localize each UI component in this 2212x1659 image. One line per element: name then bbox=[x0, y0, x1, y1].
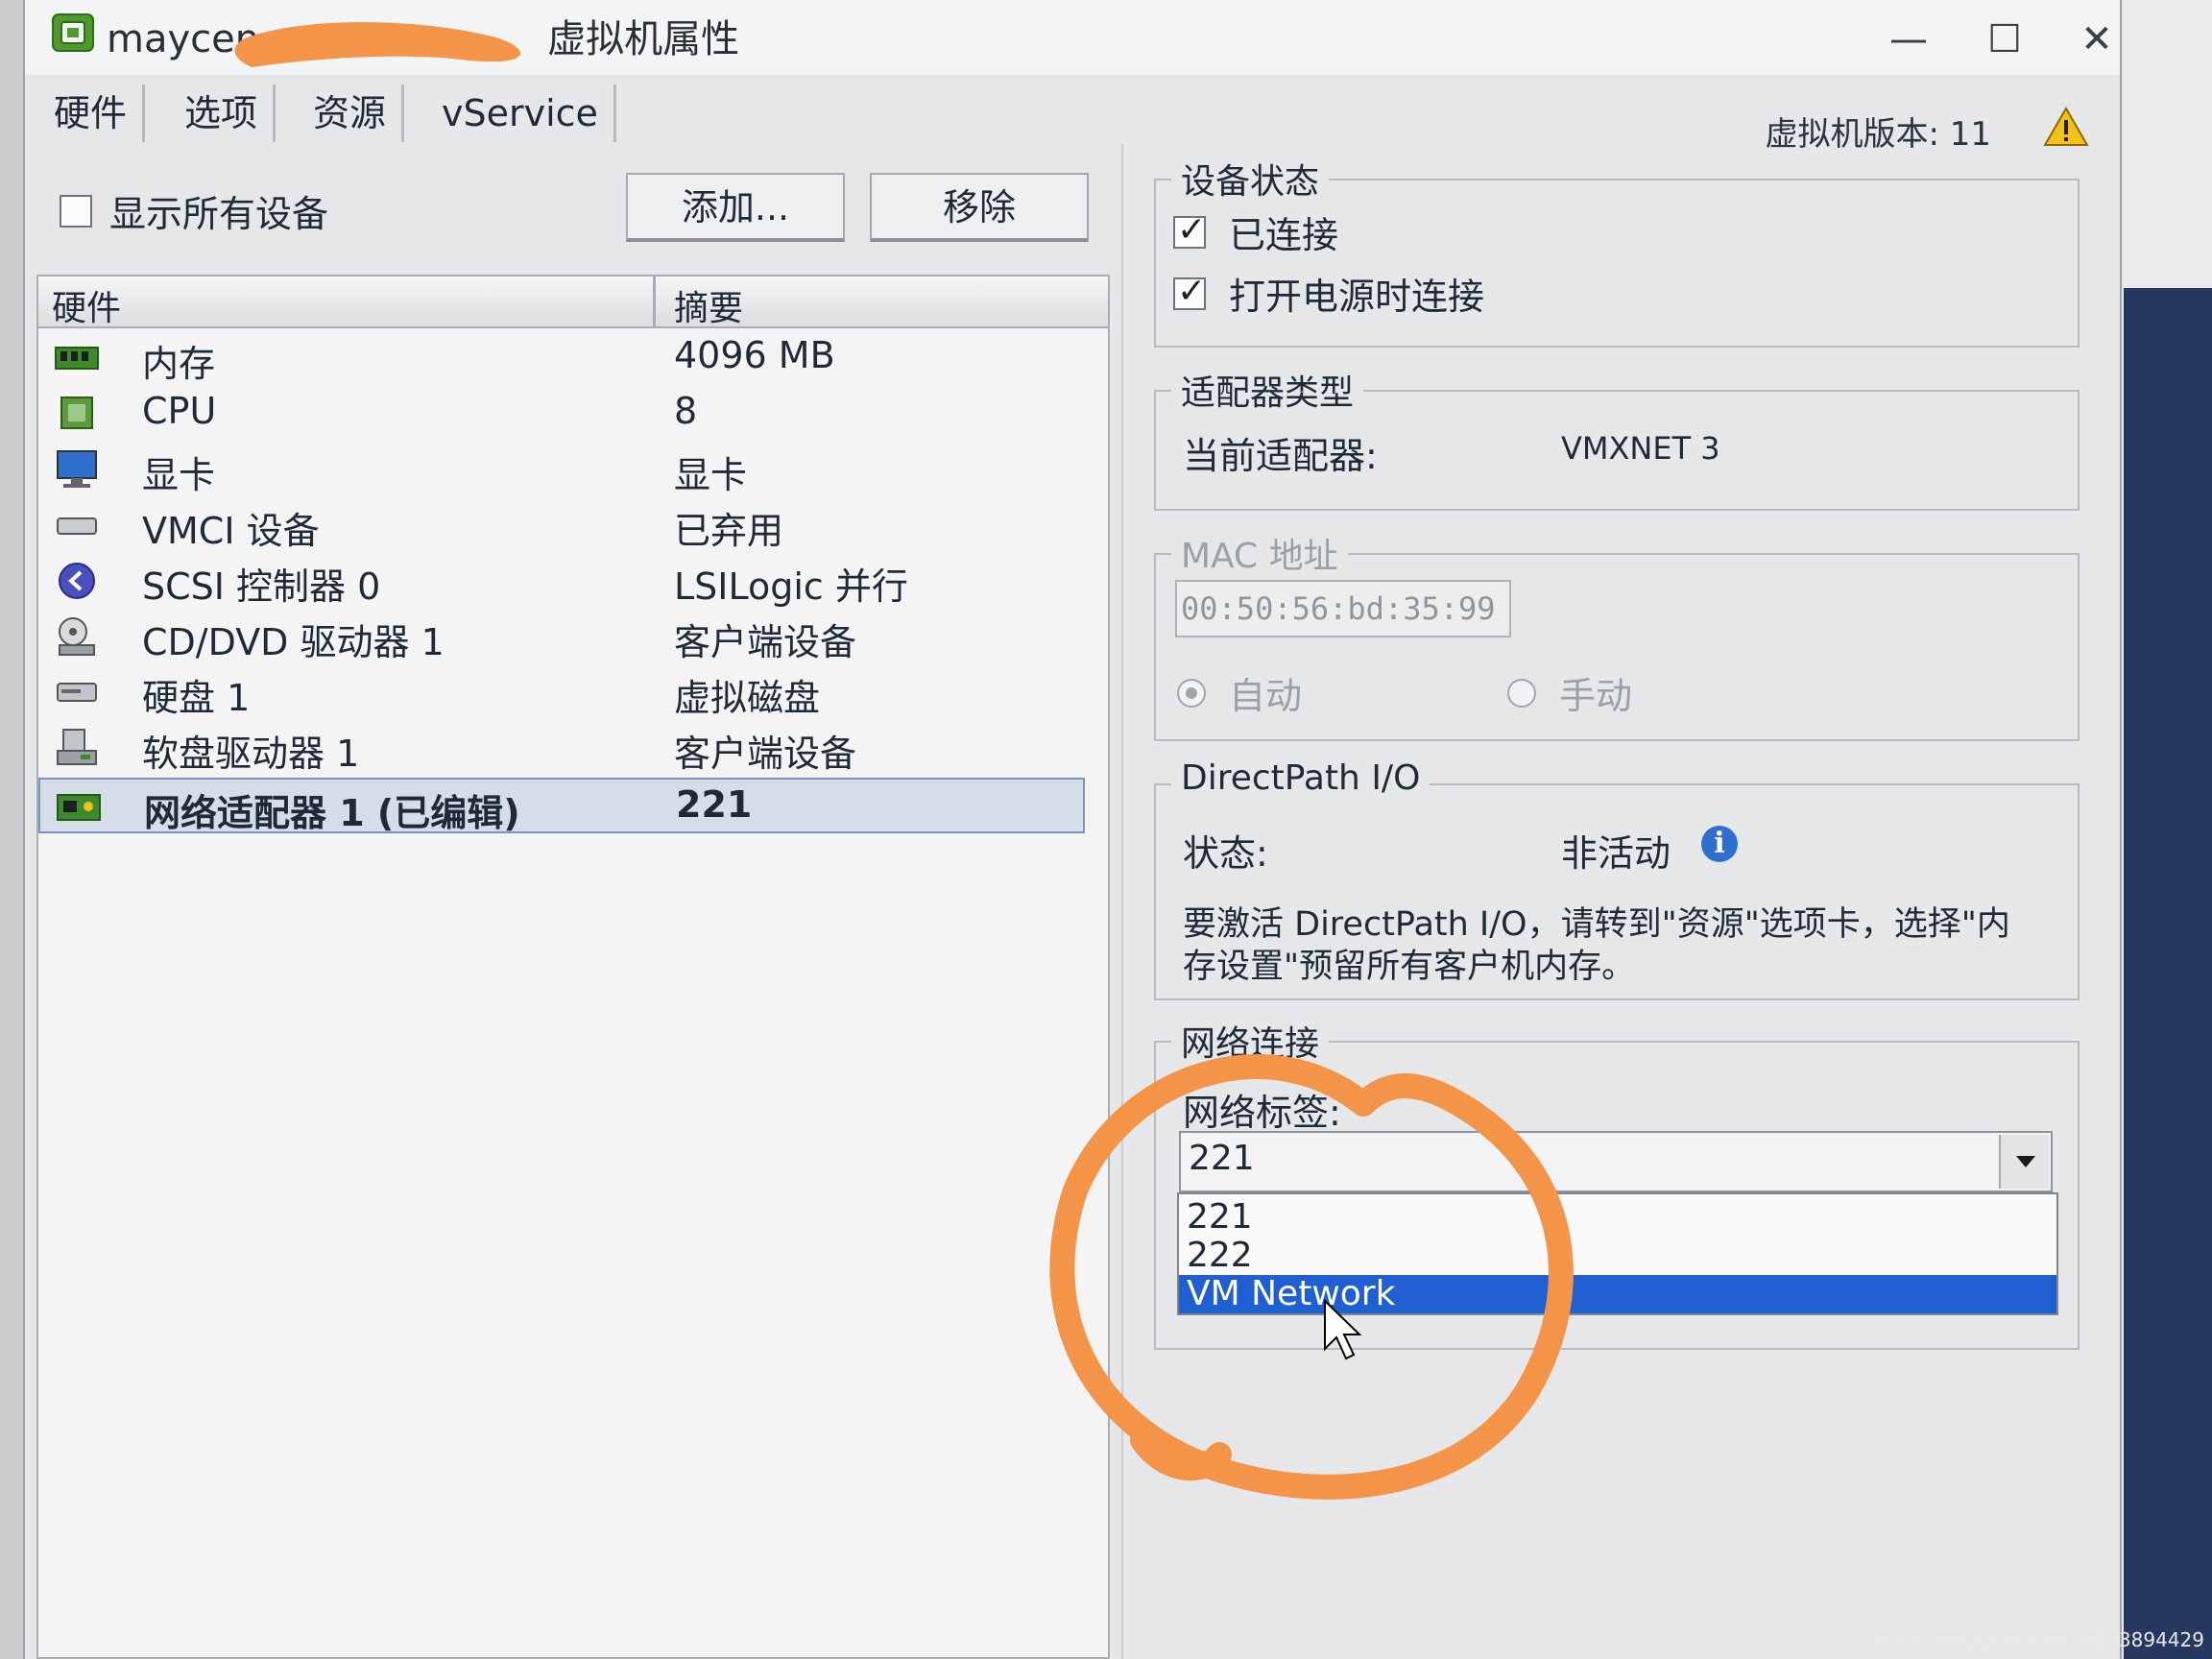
mac-auto-option[interactable]: 自动 bbox=[1177, 666, 1302, 719]
vm-properties-window: maycen 虚拟机属性 — ☐ ✕ 硬件 选项 资源 vService 虚拟机版… bbox=[23, 0, 2122, 1659]
show-all-devices-label: 显示所有设备 bbox=[109, 193, 329, 235]
table-row[interactable]: 软盘驱动器 1 客户端设备 bbox=[38, 720, 1085, 776]
network-label-dropdown: 221 222 VM Network bbox=[1177, 1192, 2058, 1315]
chevron-down-icon[interactable] bbox=[1999, 1135, 2049, 1189]
column-header-hardware[interactable]: 硬件 bbox=[52, 280, 121, 330]
hardware-list-header: 硬件 摘要 bbox=[38, 276, 1108, 328]
directpath-group: DirectPath I/O 状态: 非活动 i 要激活 DirectPath … bbox=[1154, 758, 2080, 1000]
tab-resources[interactable]: 资源 bbox=[298, 84, 405, 142]
maximize-button[interactable]: ☐ bbox=[1976, 15, 2033, 63]
minimize-button[interactable]: — bbox=[1880, 15, 1937, 63]
add-button[interactable]: 添加... bbox=[626, 173, 845, 242]
mac-manual-radio[interactable] bbox=[1507, 678, 1536, 708]
dropdown-option-222[interactable]: 222 bbox=[1179, 1237, 2056, 1275]
remove-button[interactable]: 移除 bbox=[870, 173, 1089, 242]
connected-checkbox[interactable] bbox=[1173, 210, 1206, 250]
vm-app-icon bbox=[52, 13, 94, 52]
mac-auto-radio[interactable] bbox=[1177, 678, 1206, 708]
show-all-devices-checkbox[interactable] bbox=[60, 194, 92, 228]
show-all-devices[interactable]: 显示所有设备 bbox=[60, 184, 328, 237]
directpath-status-label: 状态: bbox=[1183, 832, 1268, 875]
table-row[interactable]: SCSI 控制器 0 LSILogic 并行 bbox=[38, 553, 1085, 609]
mac-address-legend: MAC 地址 bbox=[1171, 528, 1348, 578]
background-desktop bbox=[2124, 288, 2212, 1659]
table-row[interactable]: 显卡 显卡 bbox=[38, 442, 1085, 497]
table-row[interactable]: 内存 4096 MB bbox=[38, 330, 1085, 386]
directpath-status-value: 非活动 bbox=[1561, 832, 1671, 875]
close-button[interactable]: ✕ bbox=[2068, 15, 2126, 63]
network-label-caption: 网络标签: bbox=[1183, 1092, 1341, 1134]
directpath-legend: DirectPath I/O bbox=[1171, 758, 1431, 798]
network-connection-legend: 网络连接 bbox=[1171, 1016, 1330, 1066]
adapter-type-legend: 适配器类型 bbox=[1171, 365, 1364, 415]
hard-disk-icon bbox=[57, 683, 97, 702]
hardware-list: 硬件 摘要 内存 4096 MB CPU 8 显卡 显卡 VMCI 设备 已弃用… bbox=[36, 275, 1110, 1659]
table-row-selected[interactable]: 网络适配器 1 (已编辑) 221 bbox=[38, 778, 1085, 834]
network-label-select[interactable]: 221 bbox=[1179, 1131, 2053, 1192]
connected-option[interactable]: 已连接 bbox=[1173, 205, 1338, 258]
table-row[interactable]: 硬盘 1 虚拟磁盘 bbox=[38, 664, 1085, 720]
current-adapter-value: VMXNET 3 bbox=[1561, 430, 1720, 467]
cd-dvd-icon bbox=[59, 617, 95, 656]
tab-hardware[interactable]: 硬件 bbox=[38, 84, 146, 142]
column-header-summary[interactable]: 摘要 bbox=[674, 280, 743, 330]
info-icon[interactable]: i bbox=[1701, 826, 1738, 862]
memory-icon bbox=[55, 347, 99, 370]
scsi-icon bbox=[59, 563, 95, 599]
dropdown-option-221[interactable]: 221 bbox=[1179, 1198, 2056, 1237]
tab-vservice[interactable]: vService bbox=[426, 84, 616, 142]
tab-options[interactable]: 选项 bbox=[169, 84, 276, 142]
device-status-group: 设备状态 已连接 打开电源时连接 bbox=[1154, 154, 2080, 348]
panel-divider bbox=[1121, 144, 1123, 1659]
network-adapter-icon bbox=[57, 794, 101, 821]
display-icon bbox=[57, 450, 97, 488]
title-bar: maycen 虚拟机属性 — ☐ ✕ bbox=[25, 0, 2120, 75]
connect-at-power-on-checkbox[interactable] bbox=[1173, 272, 1206, 311]
floppy-icon bbox=[57, 729, 97, 765]
vmci-icon bbox=[57, 517, 97, 535]
table-row[interactable]: CD/DVD 驱动器 1 客户端设备 bbox=[38, 609, 1085, 664]
cpu-icon bbox=[60, 397, 93, 429]
current-adapter-label: 当前适配器: bbox=[1183, 435, 1378, 477]
device-status-legend: 设备状态 bbox=[1171, 154, 1330, 204]
table-row[interactable]: CPU 8 bbox=[38, 386, 1085, 442]
mac-address-field[interactable]: 00:50:56:bd:35:99 bbox=[1175, 580, 1511, 637]
watermark: https://blog.csdn.net/u013894429 bbox=[1876, 1628, 2204, 1651]
mac-address-group: MAC 地址 00:50:56:bd:35:99 自动 手动 bbox=[1154, 528, 2080, 741]
connect-at-power-on-option[interactable]: 打开电源时连接 bbox=[1173, 267, 1484, 320]
adapter-type-group: 适配器类型 当前适配器: VMXNET 3 bbox=[1154, 365, 2080, 511]
vm-version-label: 虚拟机版本: 11 bbox=[1765, 115, 1991, 154]
table-row[interactable]: VMCI 设备 已弃用 bbox=[38, 497, 1085, 553]
dropdown-option-vm-network[interactable]: VM Network bbox=[1179, 1275, 2056, 1313]
window-title: maycen 虚拟机属性 bbox=[107, 17, 740, 61]
directpath-note-line2: 存设置"预留所有客户机内存。 bbox=[1183, 948, 1636, 986]
mac-manual-option[interactable]: 手动 bbox=[1507, 666, 1632, 719]
warning-icon bbox=[2043, 107, 2089, 146]
